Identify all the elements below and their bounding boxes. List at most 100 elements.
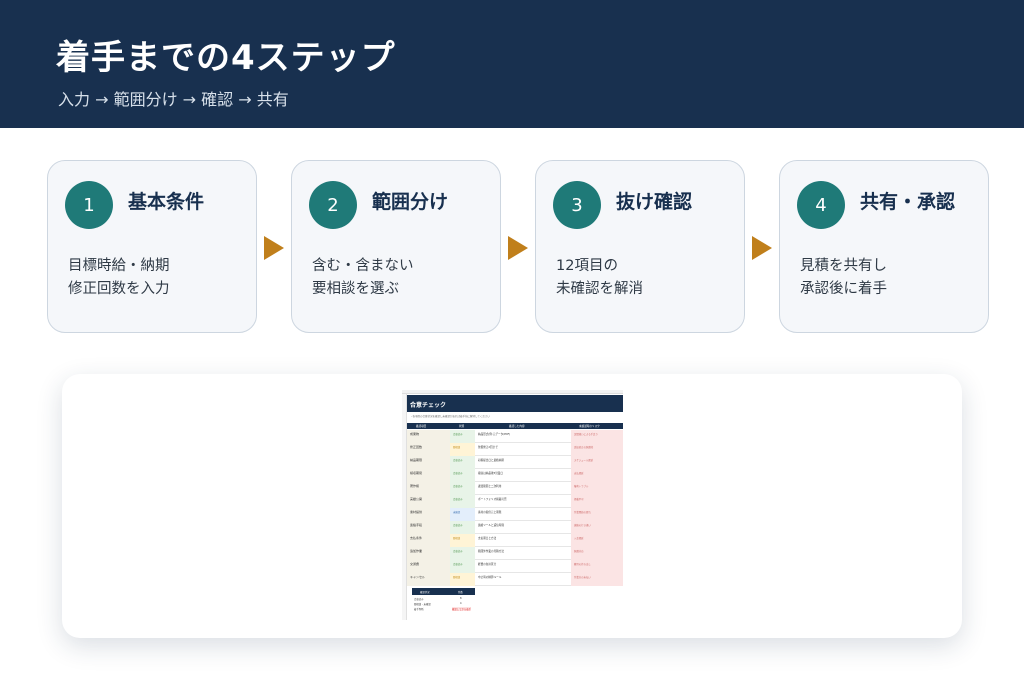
summary-value: 8 <box>460 597 462 600</box>
column-header-strip <box>402 390 623 394</box>
sheet-cell-content: 連絡ツールと返信時間 <box>478 524 504 527</box>
step-number-badge: 4 <box>797 181 845 229</box>
sheet-cell-content: 無償修正2回まで <box>478 446 498 449</box>
sheet-cell-content: ポートフォリオ掲載可否 <box>478 498 507 501</box>
sheet-cell-item: キャンセル <box>407 573 450 586</box>
sheet-table-row: キャンセル 要相談 中止時の精算ルール 作業分の未払い <box>407 573 623 586</box>
summary-row: 着手判断 確認してから着手 <box>412 607 475 611</box>
step-card-3: 3 抜け確認 12項目の 未確認を解消 <box>535 160 745 333</box>
sheet-table-row: 著作権 合意済み 譲渡範囲と二次利用 権利トラブル <box>407 482 623 495</box>
sheet-title: 合意チェック <box>407 395 623 412</box>
summary-header-cell: 件数 <box>458 591 463 594</box>
sheet-table-row: 連絡手段 合意済み 連絡ツールと返信時間 連絡の行き違い <box>407 521 623 534</box>
page-subtitle: 入力 → 範囲分け → 確認 → 共有 <box>58 90 289 109</box>
sheet-cell-item: 素材提供 <box>407 508 450 521</box>
step-description: 見積を共有し 承認後に着手 <box>800 255 887 301</box>
sheet-cell-item: 支払条件 <box>407 534 450 547</box>
sheet-cell-item: 交通費 <box>407 560 450 573</box>
step-desc-line: 見積を共有し <box>800 258 887 274</box>
sheet-cell-risk: 費用の持ち出し <box>571 560 623 573</box>
summary-value: 4 <box>460 602 462 605</box>
sheet-table-row: 支払条件 要相談 支払期日と方法 入金遅延 <box>407 534 623 547</box>
step-desc-line: 要相談を選ぶ <box>312 281 399 297</box>
arrow-right-icon <box>264 236 284 260</box>
sheet-cell-risk: 作業開始の遅れ <box>571 508 623 521</box>
step-title: 範囲分け <box>372 191 449 213</box>
sheet-cell-risk: 掲載不可 <box>571 495 623 508</box>
sheet-cell-risk: 追加修正の無償化 <box>571 443 623 456</box>
sheet-cell-content: 支払期日と方法 <box>478 537 497 540</box>
sheet-table-row: 実績公開 合意済み ポートフォリオ掲載可否 掲載不可 <box>407 495 623 508</box>
sheet-cell-content: 中止時の精算ルール <box>478 576 502 579</box>
summary-row: 要相談・未確認 4 <box>412 602 475 606</box>
step-card-1: 1 基本条件 目標時給・納期 修正回数を入力 <box>47 160 257 333</box>
sheet-cell-risk: 入金遅延 <box>571 534 623 547</box>
arrow-right-icon <box>508 236 528 260</box>
sheet-header-cell: 確認した内容 <box>509 425 525 428</box>
step-card-2: 2 範囲分け 含む・含まない 要相談を選ぶ <box>291 160 501 333</box>
sheet-table-row: 検収期間 合意済み 検収は納品後5営業日 支払遅延 <box>407 469 623 482</box>
sheet-cell-status: 要相談 <box>450 443 475 456</box>
sheet-table-header: 確認項目 状態 確認した内容 未確認時のリスク <box>407 423 623 429</box>
sheet-cell-item: 著作権 <box>407 482 450 495</box>
sheet-table-row: 納品期限 合意済み 初稿提出日と最終納期 スケジュール遅延 <box>407 456 623 469</box>
step-number-badge: 1 <box>65 181 113 229</box>
sheet-cell-content: 範囲外作業の見積方法 <box>478 550 504 553</box>
step-title: 基本条件 <box>128 191 205 213</box>
step-number-badge: 2 <box>309 181 357 229</box>
sheet-header-cell: 確認項目 <box>416 425 427 428</box>
step-desc-line: 修正回数を入力 <box>68 281 170 297</box>
step-number-badge: 3 <box>553 181 601 229</box>
sheet-cell-item: 検収期間 <box>407 469 450 482</box>
sheet-cell-content: 納品形式(例:元データ/PDF) <box>478 433 511 436</box>
step-title: 共有・承認 <box>860 191 956 213</box>
sheet-cell-risk: 作業分の未払い <box>571 573 623 586</box>
sheet-cell-status: 要相談 <box>450 573 475 586</box>
sheet-cell-status: 合意済み <box>450 469 475 482</box>
sheet-cell-status: 合意済み <box>450 482 475 495</box>
sheet-cell-item: 連絡手段 <box>407 521 450 534</box>
sheet-cell-risk: 連絡の行き違い <box>571 521 623 534</box>
sheet-table-row: 追加作業 合意済み 範囲外作業の見積方法 無償対応 <box>407 547 623 560</box>
sheet-cell-item: 修正回数 <box>407 443 450 456</box>
sheet-cell-risk: 支払遅延 <box>571 469 623 482</box>
spreadsheet-preview-card: 合意チェック ・各項目の合意状況を確認し未確認があれば着手前に解消してください … <box>62 374 962 638</box>
sheet-cell-risk: 認識違いによる手戻り <box>571 430 623 443</box>
step-description: 目標時給・納期 修正回数を入力 <box>68 255 170 301</box>
step-desc-line: 含む・含まない <box>312 258 414 274</box>
sheet-table-row: 素材提供 未確認 素材の提供元と期限 作業開始の遅れ <box>407 508 623 521</box>
summary-row: 合意済み 8 <box>412 597 475 601</box>
step-desc-line: 承認後に着手 <box>800 281 887 297</box>
step-title: 抜け確認 <box>616 191 693 213</box>
summary-table-header: 確認状況 件数 <box>412 588 475 595</box>
sheet-cell-content: 経費の負担区分 <box>478 563 497 566</box>
summary-label: 要相談・未確認 <box>414 603 431 606</box>
sheet-cell-item: 納品期限 <box>407 456 450 469</box>
step-description: 12項目の 未確認を解消 <box>556 255 643 301</box>
sheet-cell-item: 成果物 <box>407 430 450 443</box>
sheet-cell-status: 合意済み <box>450 547 475 560</box>
sheet-cell-content: 検収は納品後5営業日 <box>478 472 503 475</box>
sheet-cell-risk: 無償対応 <box>571 547 623 560</box>
page-title: 着手までの4ステップ <box>56 38 396 78</box>
sheet-header-cell: 未確認時のリスク <box>579 425 600 428</box>
sheet-cell-status: 合意済み <box>450 560 475 573</box>
sheet-cell-content: 初稿提出日と最終納期 <box>478 459 504 462</box>
sheet-note: ・各項目の合意状況を確認し未確認があれば着手前に解消してください <box>410 415 490 418</box>
summary-label: 合意済み <box>414 598 424 601</box>
step-card-4: 4 共有・承認 見積を共有し 承認後に着手 <box>779 160 989 333</box>
spreadsheet-thumbnail: 合意チェック ・各項目の合意状況を確認し未確認があれば着手前に解消してください … <box>402 390 623 620</box>
header-banner: 着手までの4ステップ 入力 → 範囲分け → 確認 → 共有 <box>0 0 1024 128</box>
sheet-cell-status: 未確認 <box>450 508 475 521</box>
sheet-cell-status: 合意済み <box>450 456 475 469</box>
arrow-right-icon <box>752 236 772 260</box>
sheet-table-row: 成果物 合意済み 納品形式(例:元データ/PDF) 認識違いによる手戻り <box>407 430 623 443</box>
sheet-cell-status: 合意済み <box>450 495 475 508</box>
step-desc-line: 12項目の <box>556 258 618 274</box>
sheet-header-cell: 状態 <box>459 425 465 428</box>
summary-header-cell: 確認状況 <box>420 591 430 594</box>
sheet-cell-risk: 権利トラブル <box>571 482 623 495</box>
sheet-cell-status: 合意済み <box>450 430 475 443</box>
sheet-cell-content: 譲渡範囲と二次利用 <box>478 485 502 488</box>
sheet-cell-item: 追加作業 <box>407 547 450 560</box>
